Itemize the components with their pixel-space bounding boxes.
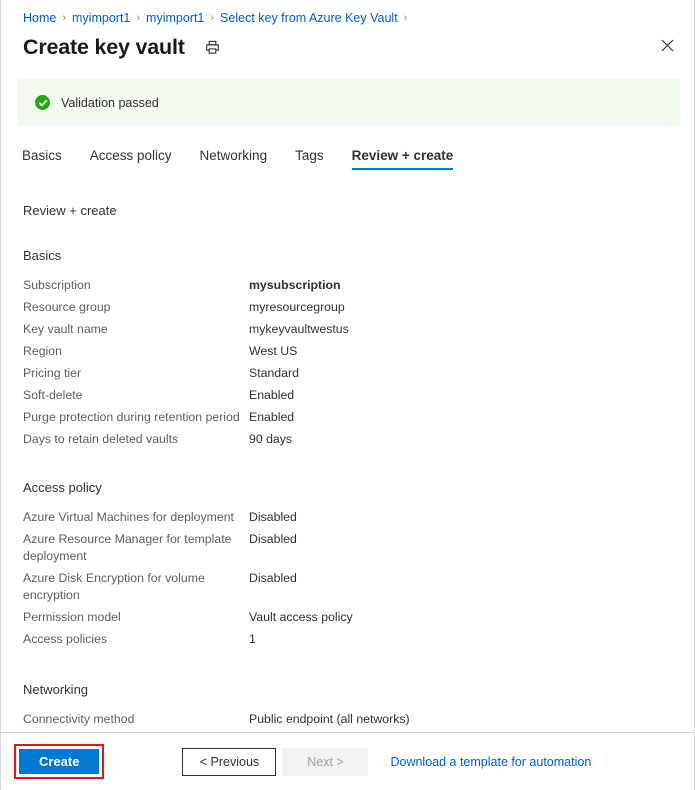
row-label: Azure Virtual Machines for deployment [23,510,234,524]
create-key-vault-blade: Home › myimport1 › myimport1 › Select ke… [0,0,695,790]
page-title: Create key vault [23,34,185,59]
row-value: Enabled [249,388,295,402]
table-row: Resource group myresourcegroup [23,299,674,316]
row-label: Access policies [23,632,108,646]
breadcrumb-separator-icon: › [62,12,67,24]
row-label: Purge protection during retention period [23,410,240,424]
row-label: Region [23,344,62,358]
row-value: 90 days [249,432,293,446]
row-value: Enabled [249,410,295,424]
table-row: Access policies 1 [23,631,674,648]
create-button[interactable]: Create [19,749,100,774]
row-value: Standard [249,366,299,380]
row-label: Pricing tier [23,366,82,380]
table-row: Key vault name mykeyvaultwestus [23,321,674,338]
row-value: mysubscription [249,278,341,292]
tab-networking[interactable]: Networking [200,148,268,170]
review-content: Review + create Basics Subscription mysu… [23,203,674,732]
table-row: Azure Resource Manager for template depl… [23,531,674,565]
row-label: Resource group [23,300,111,314]
row-value: West US [249,344,298,358]
table-row: Purge protection during retention period… [23,409,674,426]
tab-tags[interactable]: Tags [295,148,324,170]
previous-button[interactable]: < Previous [182,747,277,776]
row-value: Vault access policy [249,610,353,624]
breadcrumb-item-myimport1-1[interactable]: myimport1 [72,11,130,25]
tab-basics[interactable]: Basics [22,148,62,170]
table-row: Connectivity method Public endpoint (all… [23,711,674,728]
next-button: Next > [282,747,369,776]
breadcrumb-item-myimport1-2[interactable]: myimport1 [146,11,204,25]
row-label: Key vault name [23,322,108,336]
row-label: Subscription [23,278,91,292]
row-label: Azure Disk Encryption for volume encrypt… [23,571,205,602]
breadcrumb-separator-icon: › [403,12,408,24]
table-row: Permission model Vault access policy [23,609,674,626]
breadcrumb-separator-icon: › [136,12,141,24]
section-title-access-policy: Access policy [23,480,102,495]
row-value: Disabled [249,532,297,546]
breadcrumb-item-home[interactable]: Home [23,11,56,25]
tab-access-policy[interactable]: Access policy [90,148,172,170]
validation-banner-text: Validation passed [61,95,159,110]
table-row: Azure Virtual Machines for deployment Di… [23,509,674,526]
row-label: Soft-delete [23,388,83,402]
tab-review-create[interactable]: Review + create [351,148,453,170]
success-check-icon [35,95,50,110]
table-row: Subscription mysubscription [23,277,674,294]
validation-banner: Validation passed [17,79,680,126]
close-icon[interactable] [652,30,682,60]
table-row: Region West US [23,343,674,360]
create-button-highlight: Create [14,744,105,779]
row-label: Azure Resource Manager for template depl… [23,532,232,563]
row-value: mykeyvaultwestus [249,322,349,336]
row-label: Permission model [23,610,121,624]
breadcrumb: Home › myimport1 › myimport1 › Select ke… [23,8,674,28]
table-row: Pricing tier Standard [23,365,674,382]
section-title-basics: Basics [23,248,62,263]
wizard-tabs: Basics Access policy Networking Tags Rev… [22,148,674,178]
row-value: 1 [249,632,256,646]
row-value: Disabled [249,571,297,585]
section-access-policy: Access policy Azure Virtual Machines for… [23,480,674,648]
row-value: Public endpoint (all networks) [249,712,410,726]
wizard-footer: Create < Previous Next > Download a temp… [1,732,694,790]
breadcrumb-item-select-key[interactable]: Select key from Azure Key Vault [220,11,398,25]
row-label: Connectivity method [23,712,135,726]
title-row: Create key vault [23,30,676,64]
section-title-networking: Networking [23,682,89,697]
breadcrumb-separator-icon: › [210,12,215,24]
table-row: Azure Disk Encryption for volume encrypt… [23,570,674,604]
row-value: myresourcegroup [249,300,345,314]
printer-icon[interactable] [203,37,223,57]
table-row: Soft-delete Enabled [23,387,674,404]
table-row: Days to retain deleted vaults 90 days [23,431,674,448]
row-value: Disabled [249,510,297,524]
row-label: Days to retain deleted vaults [23,432,179,446]
download-template-link[interactable]: Download a template for automation [390,755,591,769]
review-create-heading: Review + create [23,203,117,218]
section-networking: Networking Connectivity method Public en… [23,682,674,728]
section-basics: Basics Subscription mysubscription Resou… [23,248,674,448]
